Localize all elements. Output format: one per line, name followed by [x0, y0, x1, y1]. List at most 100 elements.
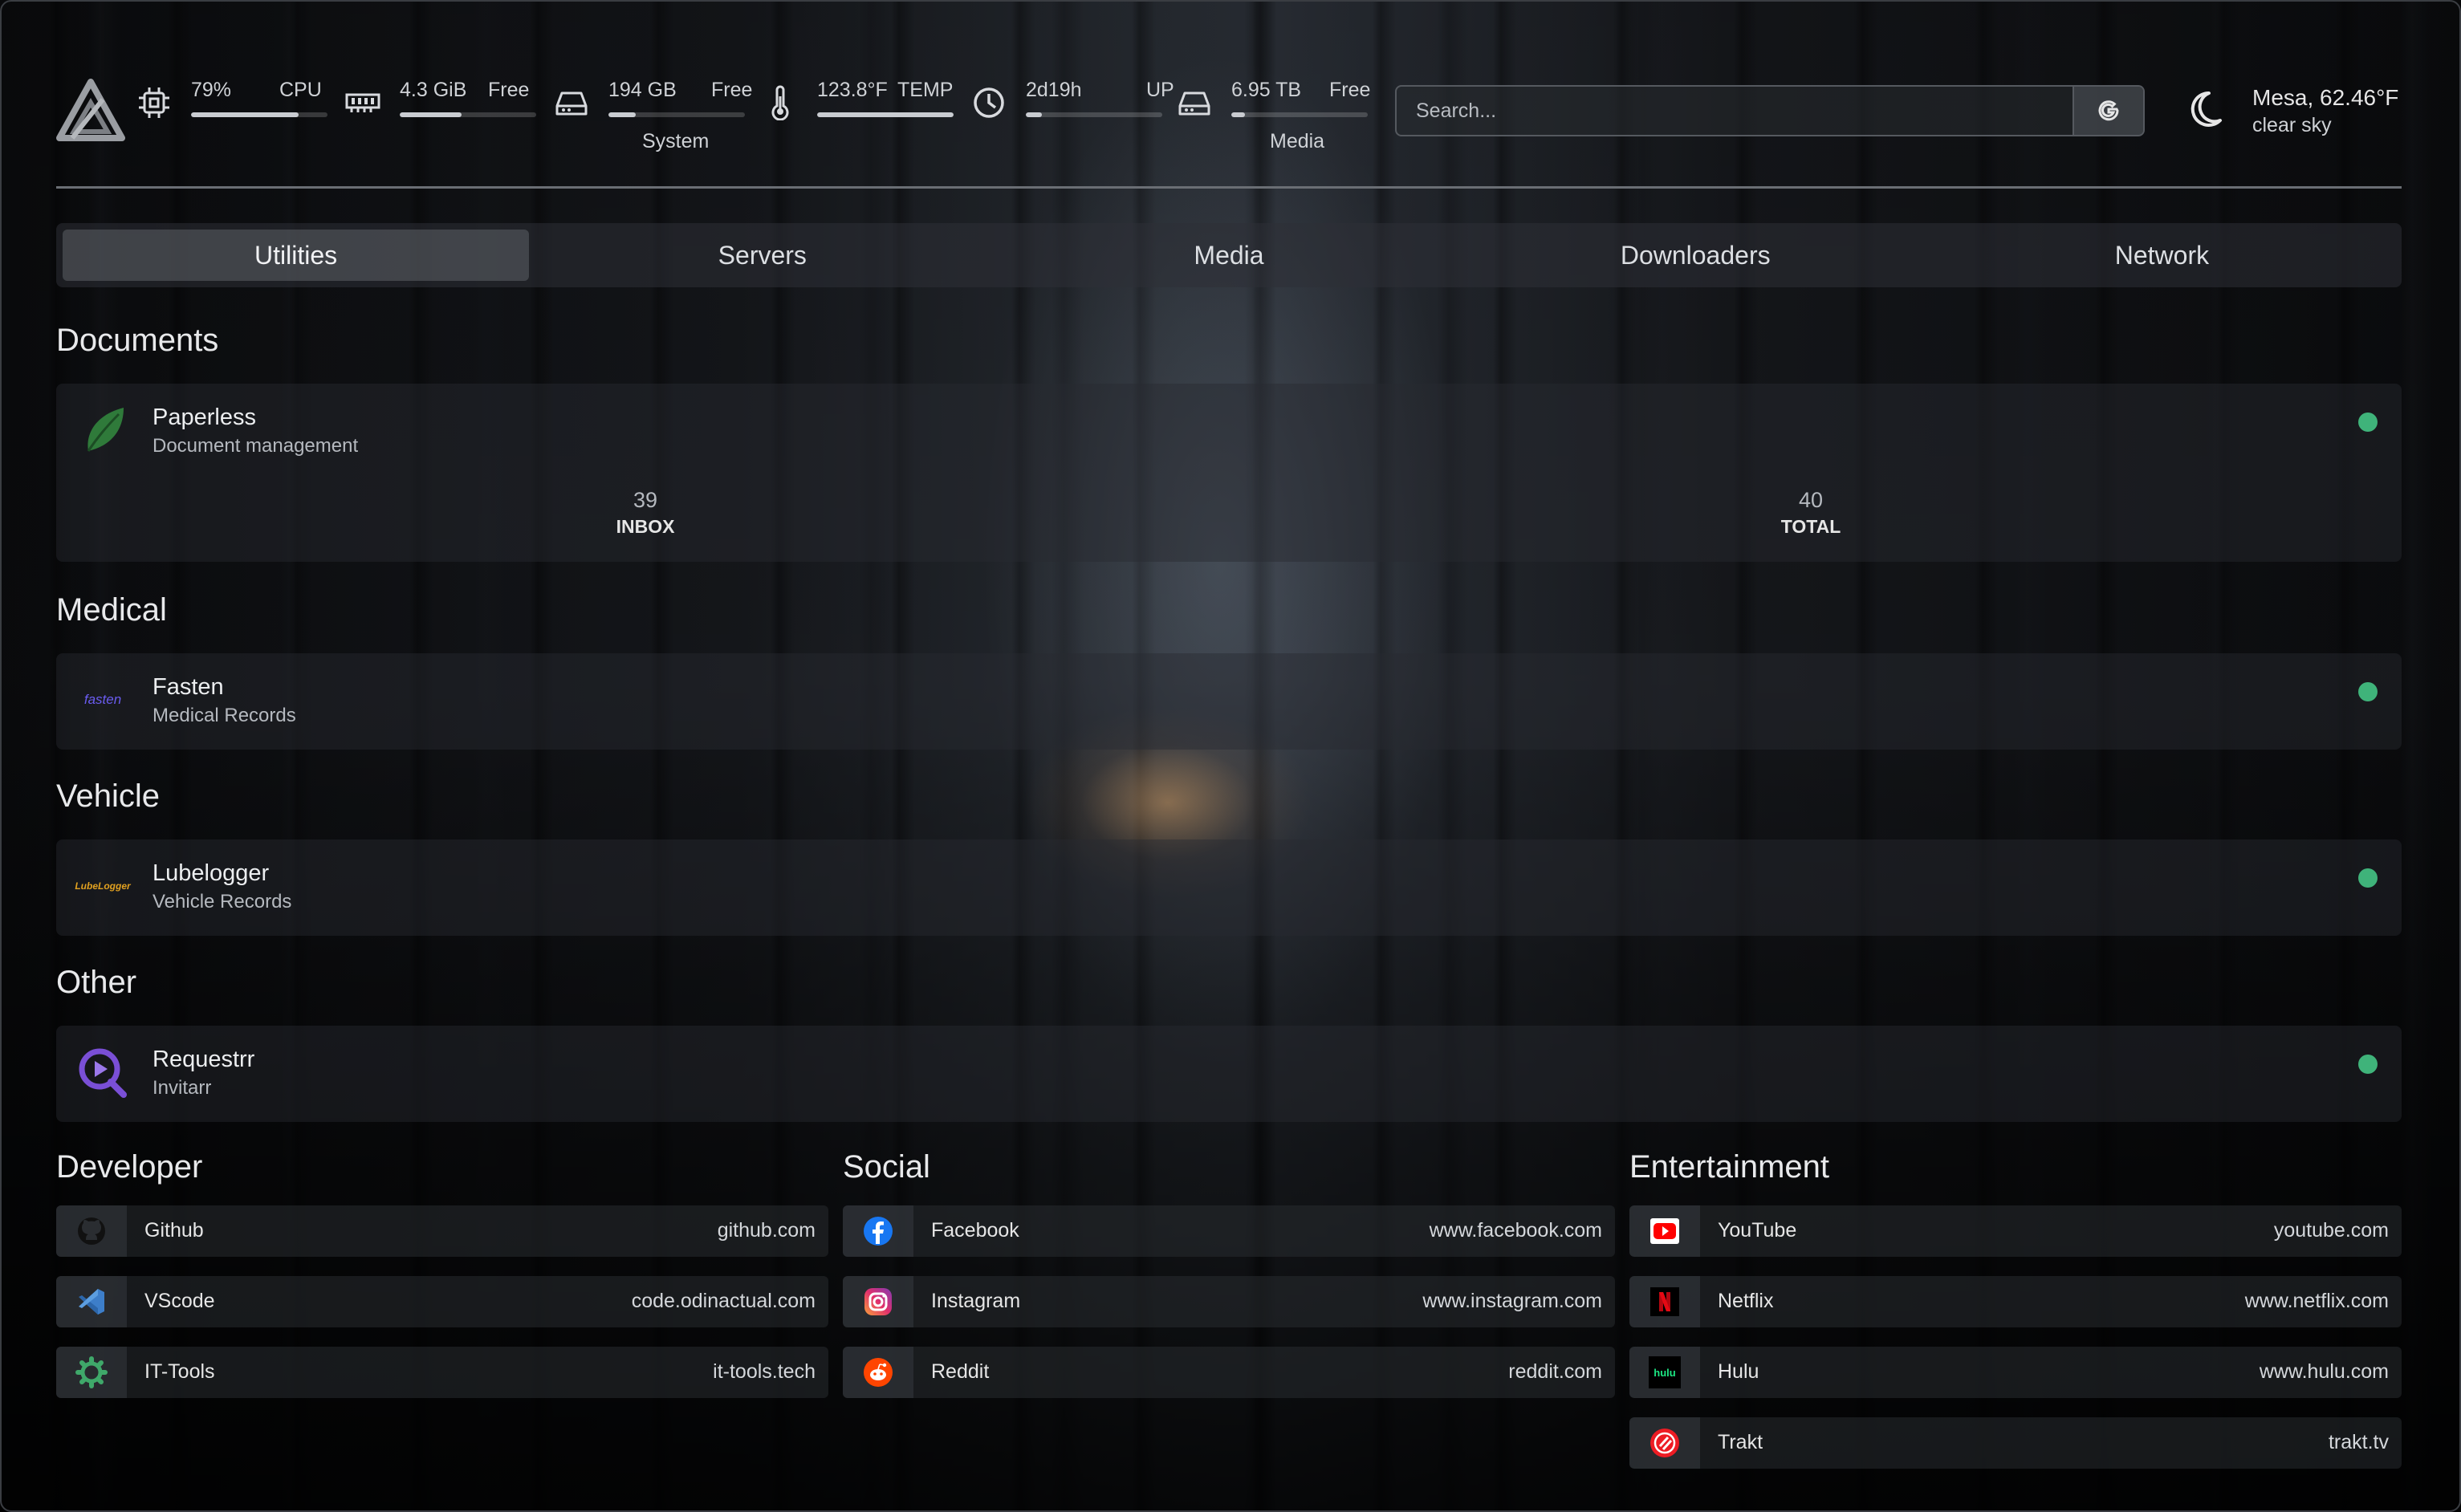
- memory-bar: [400, 112, 536, 117]
- service-card-fasten[interactable]: fasten Fasten Medical Records: [56, 653, 2402, 750]
- status-indicator: [2358, 868, 2378, 888]
- group-title-vehicle: Vehicle: [56, 778, 160, 814]
- temp-bar-fill: [817, 112, 954, 117]
- hulu-icon: hulu: [1629, 1347, 1700, 1398]
- hulu-logo-text: hulu: [1649, 1356, 1681, 1388]
- system-group-label: System: [642, 130, 710, 152]
- stat-inbox: 39 INBOX: [565, 488, 726, 538]
- cpu-bar-fill: [191, 112, 299, 117]
- tab-media[interactable]: Media: [995, 230, 1462, 281]
- hard-drive-icon: [1177, 85, 1212, 120]
- bookmark-facebook[interactable]: Facebook www.facebook.com: [843, 1205, 1615, 1257]
- service-card-paperless[interactable]: Paperless Document management 39 INBOX 4…: [56, 384, 2402, 562]
- bookmark-trakt[interactable]: Trakt trakt.tv: [1629, 1417, 2402, 1469]
- bookmark-group-social: Social Facebook www.facebook.com Instagr…: [843, 1149, 1615, 1417]
- media-disk-widget: 6.95 TB Free: [1177, 79, 1426, 127]
- system-disk-bar: [608, 112, 745, 117]
- media-disk-value: 6.95 TB: [1231, 79, 1302, 101]
- youtube-icon: [1629, 1205, 1700, 1257]
- cpu-label: CPU: [279, 79, 322, 101]
- service-description: Medical Records: [153, 705, 296, 726]
- bookmark-url: github.com: [717, 1219, 816, 1242]
- clock-icon: [971, 85, 1007, 120]
- github-icon: [56, 1205, 127, 1257]
- thermometer-icon: [763, 85, 798, 121]
- bookmark-name: Netflix: [1718, 1290, 1774, 1312]
- bookmark-reddit[interactable]: Reddit reddit.com: [843, 1347, 1615, 1398]
- temp-value: 123.8°F: [817, 79, 888, 101]
- bookmark-name: YouTube: [1718, 1219, 1797, 1242]
- service-name: Fasten: [153, 674, 224, 700]
- stat-label: INBOX: [616, 516, 675, 537]
- bookmark-url: it-tools.tech: [713, 1360, 816, 1383]
- stat-total: 40 TOTAL: [1731, 488, 1891, 538]
- service-card-requestrr[interactable]: Requestrr Invitarr: [56, 1026, 2402, 1122]
- media-disk-label: Free: [1329, 79, 1371, 101]
- instagram-icon: [843, 1276, 913, 1327]
- facebook-icon: [843, 1205, 913, 1257]
- bookmark-name: Reddit: [931, 1360, 990, 1383]
- group-title-other: Other: [56, 965, 137, 1000]
- group-title-medical: Medical: [56, 592, 167, 628]
- status-indicator: [2358, 1055, 2378, 1074]
- tab-downloaders[interactable]: Downloaders: [1462, 230, 1929, 281]
- search-provider-button[interactable]: [2073, 87, 2143, 135]
- bookmark-it-tools[interactable]: IT-Tools it-tools.tech: [56, 1347, 828, 1398]
- memory-bar-fill: [400, 112, 462, 117]
- memory-value: 4.3 GiB: [400, 79, 467, 101]
- bookmark-netflix[interactable]: Netflix www.netflix.com: [1629, 1276, 2402, 1327]
- bookmark-name: Trakt: [1718, 1431, 1763, 1453]
- bookmark-url: www.hulu.com: [2259, 1360, 2389, 1383]
- homepage-logo-icon: [56, 79, 125, 143]
- lubelogger-logo-icon: LubeLogger: [75, 880, 131, 892]
- bookmark-group-developer: Developer Github github.com VScode code.…: [56, 1149, 828, 1417]
- cpu-value: 79%: [191, 79, 232, 101]
- uptime-value: 2d19h: [1026, 79, 1082, 101]
- stat-value: 39: [633, 488, 658, 512]
- it-tools-icon: [56, 1347, 127, 1398]
- fasten-logo-icon: fasten: [83, 692, 122, 707]
- moon-icon: [2185, 88, 2225, 133]
- media-group-label: Media: [1270, 130, 1325, 152]
- uptime-label: UP: [1146, 79, 1174, 101]
- bookmark-youtube[interactable]: YouTube youtube.com: [1629, 1205, 2402, 1257]
- bookmark-name: IT-Tools: [144, 1360, 215, 1383]
- netflix-icon: [1629, 1276, 1700, 1327]
- service-card-lubelogger[interactable]: LubeLogger Lubelogger Vehicle Records: [56, 839, 2402, 936]
- media-disk-bar: [1231, 112, 1368, 117]
- bookmark-group-title: Developer: [56, 1149, 203, 1185]
- bookmark-hulu[interactable]: hulu Hulu www.hulu.com: [1629, 1347, 2402, 1398]
- tab-utilities[interactable]: Utilities: [63, 230, 530, 281]
- tab-network[interactable]: Network: [1929, 230, 2395, 281]
- system-disk-value: 194 GB: [608, 79, 677, 101]
- media-disk-bar-fill: [1231, 112, 1245, 117]
- bookmark-name: Hulu: [1718, 1360, 1759, 1383]
- bookmark-github[interactable]: Github github.com: [56, 1205, 828, 1257]
- search-input[interactable]: [1397, 87, 2071, 135]
- service-name: Paperless: [153, 404, 256, 430]
- service-description: Invitarr: [153, 1077, 212, 1099]
- bookmark-vscode[interactable]: VScode code.odinactual.com: [56, 1276, 828, 1327]
- service-description: Document management: [153, 435, 359, 457]
- requestrr-icon: [75, 1045, 130, 1099]
- bookmark-url: www.netflix.com: [2244, 1290, 2389, 1312]
- bookmark-instagram[interactable]: Instagram www.instagram.com: [843, 1276, 1615, 1327]
- bookmark-url: youtube.com: [2273, 1219, 2389, 1242]
- tab-servers[interactable]: Servers: [529, 230, 995, 281]
- status-indicator: [2358, 413, 2378, 432]
- temp-bar: [817, 112, 954, 117]
- vscode-icon: [56, 1276, 127, 1327]
- bookmark-name: VScode: [144, 1290, 215, 1312]
- dashboard: 79% CPU 4.3 GiB Free 194 GB Free 123.8°F…: [56, 0, 2402, 1512]
- memory-label: Free: [488, 79, 530, 101]
- cpu-icon: [136, 85, 172, 120]
- bookmark-group-title: Social: [843, 1149, 930, 1185]
- search-bar: [1395, 85, 2145, 136]
- bookmark-group-entertainment: Entertainment YouTube youtube.com Netfli…: [1629, 1149, 2402, 1488]
- header: 79% CPU 4.3 GiB Free 194 GB Free 123.8°F…: [56, 56, 2402, 169]
- weather-condition: clear sky: [2252, 114, 2332, 136]
- uptime-bar: [1026, 112, 1162, 117]
- hard-drive-icon: [554, 85, 589, 120]
- paperless-leaf-icon: [75, 403, 130, 457]
- weather-location-temp: Mesa, 62.46°F: [2252, 85, 2399, 110]
